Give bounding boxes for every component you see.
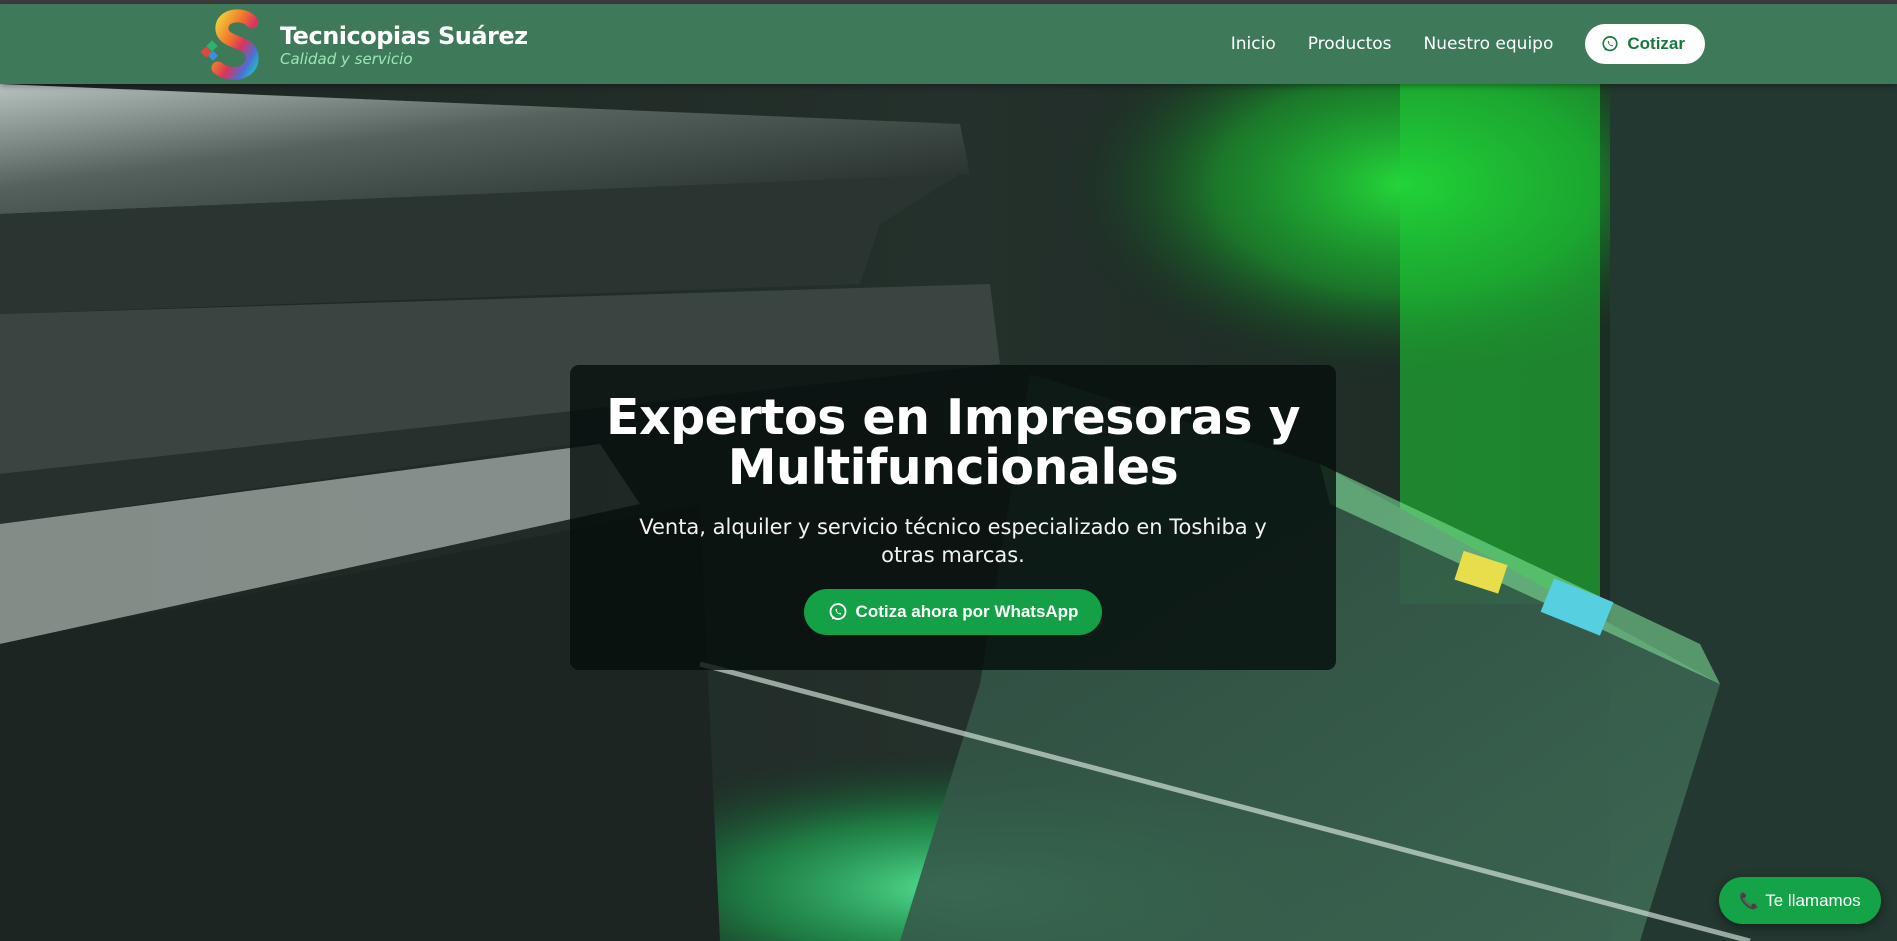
nav-inicio[interactable]: Inicio	[1231, 24, 1276, 64]
brand-tagline: Calidad y servicio	[280, 50, 413, 68]
brand[interactable]: Tecnicopias Suárez Calidad y servicio	[200, 8, 528, 82]
hero-title-line-2: Multifuncionales	[727, 439, 1179, 496]
nav-nuestro-equipo[interactable]: Nuestro equipo	[1424, 24, 1554, 64]
phone-icon: 📞	[1739, 892, 1760, 910]
whatsapp-icon	[1602, 36, 1618, 52]
hero-card: Expertos en Impresoras y Multifuncionale…	[570, 365, 1336, 670]
brand-name: Tecnicopias Suárez	[280, 22, 528, 50]
te-llamamos-button[interactable]: 📞 Te llamamos	[1719, 877, 1881, 924]
hero: Expertos en Impresoras y Multifuncionale…	[0, 84, 1897, 941]
nav-productos[interactable]: Productos	[1308, 24, 1392, 64]
hero-subtitle: Venta, alquiler y servicio técnico espec…	[639, 515, 1267, 567]
whatsapp-icon	[829, 603, 846, 620]
logo	[200, 8, 270, 82]
whatsapp-quote-label: Cotiza ahora por WhatsApp	[855, 602, 1079, 621]
cotizar-button[interactable]: Cotizar	[1585, 24, 1705, 64]
site-header: Tecnicopias Suárez Calidad y servicio In…	[0, 4, 1897, 84]
whatsapp-quote-button[interactable]: Cotiza ahora por WhatsApp	[803, 589, 1103, 635]
te-llamamos-label: Te llamamos	[1765, 890, 1861, 910]
hero-title-line-1: Expertos en Impresoras y	[605, 389, 1301, 446]
cotizar-label: Cotizar	[1627, 34, 1685, 53]
hero-title: Expertos en Impresoras y Multifuncionale…	[570, 393, 1336, 493]
main-nav: Inicio Productos Nuestro equipo Cotizar	[1199, 24, 1705, 64]
